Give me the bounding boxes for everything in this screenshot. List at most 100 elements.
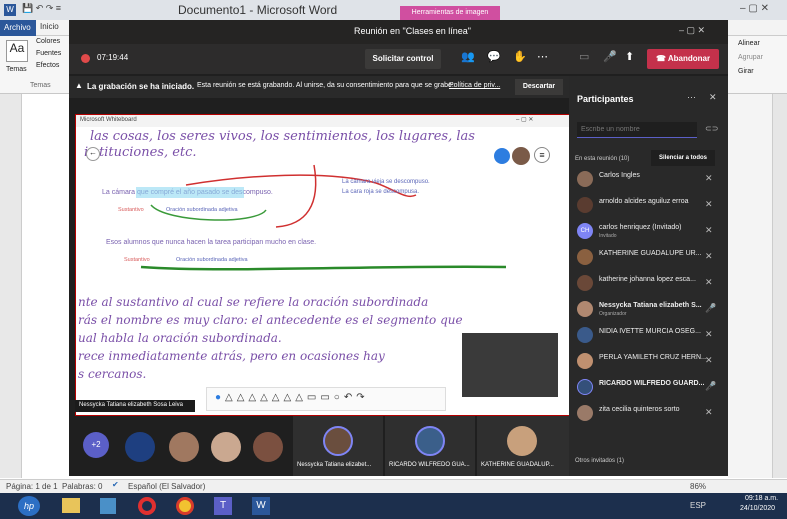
participants-panel: Participantes ⋯ ✕ ⊂⊃ En esta reunión (10… (569, 76, 728, 476)
chrome-icon[interactable] (176, 497, 194, 515)
clock-date[interactable]: 24/10/2020 (740, 505, 775, 512)
pen-toolbar[interactable]: ●△△△△△△△▭▭○↶↷ (206, 387, 446, 411)
participant-name: arnoldo alcides aguiluz erroa (599, 198, 689, 205)
participant-video-2 (169, 432, 199, 462)
page-indicator[interactable]: Página: 1 de 1 (6, 482, 58, 491)
rotate-button[interactable]: Girar (738, 68, 754, 75)
shared-screen: Microsoft Whiteboard – ▢ ✕ las cosas, lo… (75, 114, 571, 416)
participants-icon[interactable]: 👥 (461, 50, 475, 63)
participant-row[interactable]: zita cecilia quinteros sorto ✕ (569, 402, 728, 428)
dismiss-button[interactable]: Descartar (515, 79, 563, 95)
mic-active-icon: 🎤 (705, 381, 717, 391)
featured-avatar-3 (507, 426, 537, 456)
vertical-scrollbar[interactable] (772, 94, 787, 478)
window-controls[interactable]: – ▢ ✕ (740, 3, 769, 14)
paragraph-line-2: rás el nombre es muy claro: el anteceden… (78, 313, 463, 327)
example-1-label-clause: Oración subordinada adjetiva (166, 207, 238, 213)
colors-button[interactable]: Colores (36, 38, 60, 45)
tab-inicio[interactable]: Inicio (40, 22, 59, 31)
pen-tools-icon[interactable]: △△△△△△△▭▭○↶↷ (225, 392, 369, 403)
status-bar: Página: 1 de 1 Palabras: 0 ✔ Español (El… (0, 479, 787, 493)
more-participants-badge[interactable]: +2 (83, 432, 109, 458)
participant-search-input[interactable] (577, 122, 697, 138)
presenter-name-tag: Nessycka Tatiana elizabeth Sosa Leiva (75, 400, 195, 412)
panel-close-icon[interactable]: ✕ (709, 92, 717, 103)
word-count[interactable]: Palabras: 0 (62, 482, 102, 491)
clock-time[interactable]: 09:18 a.m. (745, 495, 778, 502)
mic-muted-icon: ✕ (705, 277, 713, 287)
group-button[interactable]: Agrupar (738, 54, 763, 61)
leave-label: Abandonar (667, 54, 711, 63)
privacy-policy-link[interactable]: Política de priv... (449, 82, 500, 89)
mic-icon[interactable]: 🎤 (603, 50, 617, 63)
vertical-ruler (0, 94, 22, 478)
in-meeting-header: En esta reunión (10) (575, 156, 630, 162)
opera-icon[interactable] (138, 497, 156, 515)
participant-name: NIDIA IVETTE MURCIA OSEG... (599, 328, 701, 335)
meeting-title: Reunión en "Clases en línea" (354, 26, 471, 36)
recording-banner: ▲ La grabación se ha iniciado. Esta reun… (69, 76, 569, 98)
contextual-tab-header: Herramientas de imagen (400, 6, 500, 20)
chat-icon[interactable]: 💬 (487, 50, 501, 63)
align-button[interactable]: Alinear (738, 40, 760, 47)
participant-row[interactable]: RICARDO WILFREDO GUARD... 🎤 (569, 376, 728, 402)
quick-access-icons[interactable]: 💾 ↶ ↷ ≡ (22, 3, 61, 14)
lang-indicator[interactable]: ESP (690, 501, 706, 510)
windows-taskbar: hp T W ESP 09:18 a.m. 24/10/2020 (0, 493, 787, 519)
recording-dot-icon (81, 54, 90, 63)
participant-row[interactable]: CH carlos henriquez (Invitado) Invitado … (569, 220, 728, 246)
featured-avatar-2 (415, 426, 445, 456)
featured-avatar-1 (323, 426, 353, 456)
participant-name: zita cecilia quinteros sorto (599, 406, 680, 413)
whiteboard-line-1: las cosas, los seres vivos, los sentimie… (90, 129, 475, 144)
meeting-timer: 07:19:44 (97, 53, 129, 62)
word-logo-icon: W (4, 4, 16, 16)
participant-row[interactable]: Carlos Ingles ✕ (569, 168, 728, 194)
camera-off-icon[interactable]: ▭ (579, 50, 589, 63)
mute-all-button[interactable]: Silenciar a todos (651, 150, 715, 166)
other-guests-header[interactable]: Otros invitados (1) (575, 458, 624, 464)
participant-row[interactable]: arnoldo alcides aguiluz erroa ✕ (569, 194, 728, 220)
start-button-icon[interactable]: hp (18, 496, 40, 516)
panel-more-icon[interactable]: ⋯ (687, 92, 696, 103)
leave-button[interactable]: ☎ Abandonar (647, 49, 719, 69)
participant-row[interactable]: Nessycka Tatiana elizabeth S... Organiza… (569, 298, 728, 324)
avatar (577, 249, 593, 265)
share-invite-icon[interactable]: ⊂⊃ (705, 124, 718, 133)
recording-banner-text: Esta reunión se está grabando. Al unirse… (197, 82, 454, 89)
calculator-icon[interactable] (100, 498, 116, 514)
shared-window-controls: – ▢ ✕ (516, 117, 534, 123)
tab-archivo[interactable]: Archivo (0, 20, 36, 36)
participant-row[interactable]: KATHERINE GUADALUPE UR... ✕ (569, 246, 728, 272)
fonts-button[interactable]: Fuentes (36, 50, 61, 57)
teams-taskbar-icon[interactable]: T (214, 497, 232, 515)
participant-row[interactable]: katherine johanna lopez esca... ✕ (569, 272, 728, 298)
language-indicator[interactable]: Español (El Salvador) (128, 482, 205, 491)
themes-icon[interactable]: Aa (6, 40, 28, 62)
meeting-title-bar: Reunión en "Clases en línea" – ▢ ✕ (69, 20, 728, 44)
word-title-bar: W 💾 ↶ ↷ ≡ Documento1 - Microsoft Word He… (0, 0, 787, 20)
example-sentence-2: Esos alumnos que nunca hacen la tarea pa… (106, 239, 317, 246)
more-actions-icon[interactable]: ⋯ (537, 50, 548, 63)
request-control-button[interactable]: Solicitar control (365, 49, 441, 69)
participant-role: Invitado (599, 233, 617, 239)
meeting-window-controls[interactable]: – ▢ ✕ (679, 25, 705, 36)
participant-row[interactable]: NIDIA IVETTE MURCIA OSEG... ✕ (569, 324, 728, 350)
participant-video-3 (211, 432, 241, 462)
file-explorer-icon[interactable] (62, 498, 80, 513)
effects-button[interactable]: Efectos (36, 62, 59, 69)
word-taskbar-icon[interactable]: W (252, 497, 270, 515)
phone-icon: ☎ (655, 54, 668, 63)
whiteboard-ink (140, 164, 507, 271)
avatar-initials: CH (577, 223, 593, 239)
participant-row[interactable]: PERLA YAMILETH CRUZ HERN... ✕ (569, 350, 728, 376)
paragraph-line-3: ual habla la oración subordinada. (78, 331, 282, 345)
pen-color-dot-icon[interactable]: ● (215, 392, 225, 403)
participant-name: KATHERINE GUADALUPE UR... (599, 250, 702, 257)
proofing-icon[interactable]: ✔ (112, 480, 119, 489)
zoom-level[interactable]: 86% (690, 482, 706, 491)
mic-muted-icon: ✕ (705, 407, 713, 417)
mic-muted-icon: ✕ (705, 355, 713, 365)
raise-hand-icon[interactable]: ✋ (513, 50, 527, 63)
share-tray-icon[interactable]: ⬆ (625, 50, 634, 63)
